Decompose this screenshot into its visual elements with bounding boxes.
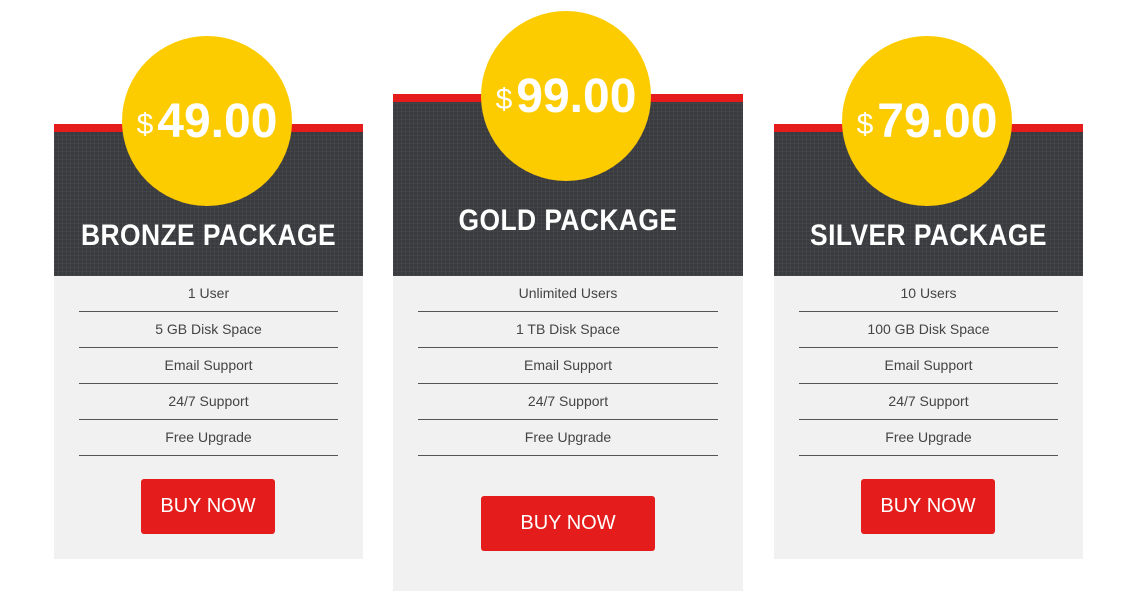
currency-symbol: $ bbox=[856, 108, 874, 141]
price-amount: 99.00 bbox=[516, 69, 637, 123]
price-amount: 49.00 bbox=[157, 94, 278, 148]
feature-list: 1 User 5 GB Disk Space Email Support 24/… bbox=[79, 276, 338, 456]
feature-item: 1 User bbox=[79, 276, 338, 312]
feature-item: 5 GB Disk Space bbox=[79, 312, 338, 348]
feature-item: Email Support bbox=[418, 348, 718, 384]
package-title: GOLD PACKAGE bbox=[458, 204, 678, 237]
pricing-section: BRONZE PACKAGE 1 User 5 GB Disk Space Em… bbox=[0, 0, 1147, 609]
package-title: SILVER PACKAGE bbox=[810, 219, 1047, 252]
buy-now-button[interactable]: BUY NOW bbox=[141, 479, 275, 534]
buy-now-button[interactable]: BUY NOW bbox=[861, 479, 995, 534]
feature-item: Free Upgrade bbox=[799, 420, 1058, 456]
price-badge: $ 49.00 bbox=[122, 36, 292, 206]
buy-now-button[interactable]: BUY NOW bbox=[481, 496, 655, 551]
feature-item: 10 Users bbox=[799, 276, 1058, 312]
feature-list: 10 Users 100 GB Disk Space Email Support… bbox=[799, 276, 1058, 456]
price-badge: $ 99.00 bbox=[481, 11, 651, 181]
price-amount: 79.00 bbox=[877, 94, 998, 148]
package-title: BRONZE PACKAGE bbox=[80, 219, 337, 252]
feature-item: Unlimited Users bbox=[418, 276, 718, 312]
feature-item: Email Support bbox=[799, 348, 1058, 384]
feature-list: Unlimited Users 1 TB Disk Space Email Su… bbox=[418, 276, 718, 456]
feature-item: 100 GB Disk Space bbox=[799, 312, 1058, 348]
feature-item: Email Support bbox=[79, 348, 338, 384]
feature-item: 24/7 Support bbox=[79, 384, 338, 420]
feature-item: Free Upgrade bbox=[418, 420, 718, 456]
feature-item: 24/7 Support bbox=[418, 384, 718, 420]
currency-symbol: $ bbox=[495, 83, 513, 116]
feature-item: 24/7 Support bbox=[799, 384, 1058, 420]
feature-item: Free Upgrade bbox=[79, 420, 338, 456]
feature-item: 1 TB Disk Space bbox=[418, 312, 718, 348]
price-badge: $ 79.00 bbox=[842, 36, 1012, 206]
currency-symbol: $ bbox=[136, 108, 154, 141]
